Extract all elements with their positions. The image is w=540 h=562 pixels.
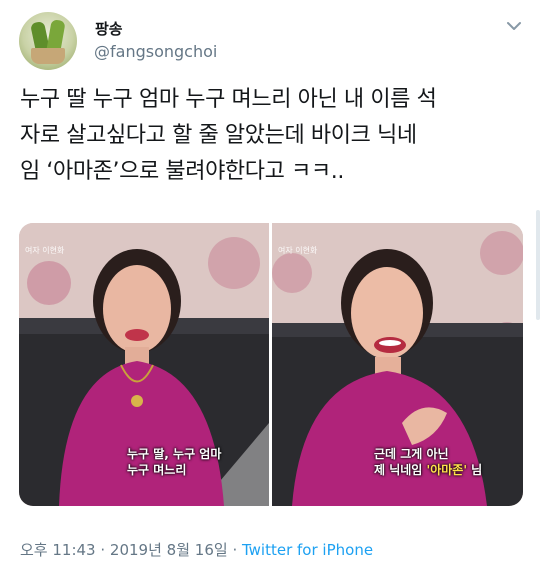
chevron-down-icon[interactable] — [504, 18, 524, 34]
caption-text: 님 — [467, 463, 483, 477]
user-handle[interactable]: @fangsongchoi — [94, 42, 217, 61]
tweet-line: 임 ‘아마존’으로 불려야한다고 ㅋㅋ.. — [20, 159, 344, 184]
meta-separator: · — [227, 541, 242, 559]
caption-line: 근데 그게 아닌 — [374, 447, 449, 461]
tweet-time[interactable]: 오후 11:43 — [20, 541, 96, 559]
photo-watermark: 여자 이현화 — [278, 246, 318, 255]
caption-line: 누구 며느리 — [127, 463, 187, 477]
tweet-meta: 오후 11:43 · 2019년 8월 16일 · Twitter for iP… — [20, 539, 373, 560]
photo-caption: 누구 딸, 누구 엄마 누구 며느리 — [127, 446, 221, 478]
caption-highlight: '아마존' — [426, 463, 467, 477]
scrollbar[interactable] — [536, 210, 540, 320]
tweet-source-link[interactable]: Twitter for iPhone — [242, 541, 373, 559]
photo-caption: 근데 그게 아닌 제 닉네임 '아마존' 님 — [374, 446, 482, 478]
tweet-date[interactable]: 2019년 8월 16일 — [110, 541, 228, 559]
photo-watermark: 여자 이현화 — [25, 246, 65, 255]
tweet-line: 누구 딸 누구 엄마 누구 며느리 아닌 내 이름 석 — [20, 87, 437, 112]
avatar-pot — [31, 48, 65, 64]
caption-line: 제 닉네임 '아마존' 님 — [374, 462, 482, 478]
tweet-photo-2[interactable]: 여자 이현화 근데 그게 아닌 제 닉네임 '아마존' 님 — [272, 223, 523, 506]
display-name[interactable]: 팡송 — [95, 18, 123, 39]
meta-separator: · — [95, 541, 110, 559]
tweet-text: 누구 딸 누구 엄마 누구 며느리 아닌 내 이름 석 자로 살고싶다고 할 줄… — [20, 82, 525, 190]
tweet-line: 자로 살고싶다고 할 줄 알았는데 바이크 닉네 — [20, 123, 417, 148]
avatar[interactable] — [19, 12, 77, 70]
caption-text: 제 닉네임 — [374, 463, 427, 477]
tweet-photo-1[interactable]: 여자 이현화 누구 딸, 누구 엄마 누구 며느리 — [19, 223, 269, 506]
caption-line: 누구 딸, 누구 엄마 — [127, 447, 222, 461]
